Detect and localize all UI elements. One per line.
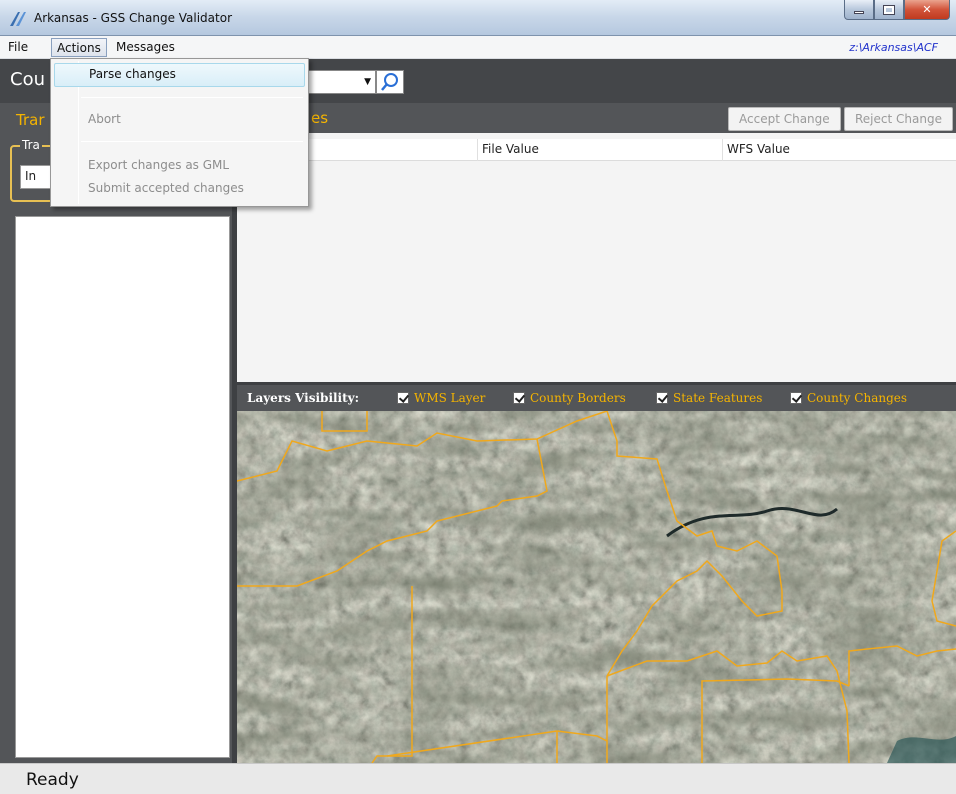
- layer-label-county-borders: County Borders: [530, 391, 626, 405]
- minimize-icon: [854, 11, 864, 14]
- status-bar: Ready: [0, 763, 956, 794]
- window-controls: ✕: [844, 0, 950, 22]
- transactions-title: Trar: [16, 111, 45, 129]
- map-view[interactable]: [237, 411, 956, 763]
- app-logo-icon: [10, 12, 26, 26]
- layer-toggle-state-features[interactable]: State Features: [656, 391, 762, 405]
- menu-separator: [81, 97, 303, 98]
- menu-item-submit-accepted[interactable]: Submit accepted changes: [54, 178, 305, 202]
- window-title: Arkansas - GSS Change Validator: [34, 11, 233, 25]
- menu-messages[interactable]: Messages: [111, 38, 180, 57]
- status-text: Ready: [26, 770, 79, 790]
- search-icon: [381, 73, 398, 91]
- changes-title: es: [311, 109, 329, 127]
- menu-item-parse-changes[interactable]: Parse changes: [54, 63, 305, 87]
- transaction-group-label: Tra: [20, 138, 42, 152]
- layers-visibility-label: Layers Visibility:: [247, 391, 360, 405]
- menu-actions[interactable]: Actions: [51, 38, 107, 57]
- menu-file[interactable]: File: [3, 38, 33, 57]
- checkbox-checked-icon[interactable]: [397, 392, 409, 404]
- layer-label-wms: WMS Layer: [414, 391, 486, 405]
- close-icon: ✕: [922, 3, 932, 16]
- search-button[interactable]: [376, 70, 404, 94]
- dropdown-arrow-icon: ▼: [364, 77, 371, 87]
- maximize-icon: [883, 4, 895, 15]
- layer-toggle-wms[interactable]: WMS Layer: [397, 391, 485, 405]
- maximize-button[interactable]: [874, 0, 904, 20]
- checkbox-checked-icon[interactable]: [656, 392, 668, 404]
- title-bar: Arkansas - GSS Change Validator ✕: [0, 0, 956, 36]
- layer-toggle-county-changes[interactable]: County Changes: [790, 391, 907, 405]
- changes-header: es Accept Change Reject Change: [237, 103, 956, 133]
- menu-item-abort[interactable]: Abort: [54, 109, 305, 133]
- menu-bar: File Actions Messages z:\Arkansas\ACF: [0, 36, 956, 59]
- column-header-wfs-value[interactable]: WFS Value: [723, 139, 956, 161]
- checkbox-checked-icon[interactable]: [513, 392, 525, 404]
- layers-visibility-bar: Layers Visibility: WMS Layer County Bord…: [237, 385, 956, 411]
- actions-dropdown-menu: Parse changes Abort Export changes as GM…: [50, 58, 309, 207]
- menu-separator: [81, 141, 303, 142]
- county-label: Cou: [10, 69, 45, 90]
- layer-toggle-county-borders[interactable]: County Borders: [513, 391, 626, 405]
- satellite-map-image: [237, 411, 956, 763]
- close-button[interactable]: ✕: [904, 0, 950, 20]
- transactions-list[interactable]: [15, 216, 230, 758]
- layer-label-county-changes: County Changes: [807, 391, 908, 405]
- checkbox-checked-icon[interactable]: [790, 392, 802, 404]
- minimize-button[interactable]: [844, 0, 874, 20]
- layer-label-state-features: State Features: [673, 391, 763, 405]
- workspace-path-link[interactable]: z:\Arkansas\ACF: [849, 41, 938, 54]
- changes-grid[interactable]: ame File Value WFS Value: [237, 133, 956, 382]
- reject-change-button[interactable]: Reject Change: [844, 107, 953, 131]
- accept-change-button[interactable]: Accept Change: [728, 107, 841, 131]
- grid-header: ame File Value WFS Value: [237, 139, 956, 161]
- menu-item-export-gml[interactable]: Export changes as GML: [54, 155, 305, 179]
- column-header-file-value[interactable]: File Value: [478, 139, 723, 161]
